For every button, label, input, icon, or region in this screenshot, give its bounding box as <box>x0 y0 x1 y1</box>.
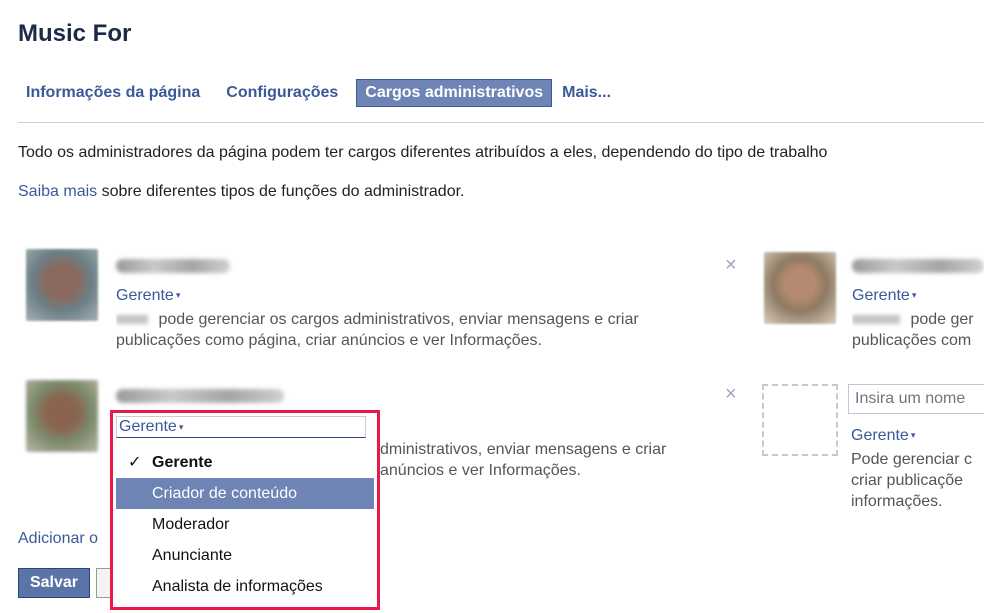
role-desc-text: pode ger <box>906 311 974 328</box>
new-admin-name-input[interactable] <box>848 384 984 414</box>
role-option-label: Anunciante <box>152 547 233 564</box>
new-admin-photo-placeholder <box>762 384 838 456</box>
role-desc-line: dministrativos, enviar mensagens e criar <box>380 441 667 458</box>
learn-more-text: sobre diferentes tipos de funções do adm… <box>97 183 465 200</box>
tab-admin-roles[interactable]: Cargos administrativos <box>356 79 553 107</box>
role-dropdown-trigger[interactable]: Gerente ▾ <box>116 416 366 438</box>
chevron-down-icon: ▾ <box>175 290 181 301</box>
admin-role-description: pode gerenciar os cargos administrativos… <box>116 309 736 351</box>
admin-role-description: dministrativos, enviar mensagens e criar… <box>380 439 736 481</box>
role-option-label: Criador de conteúdo <box>152 485 297 502</box>
admin-role-dropdown[interactable]: Gerente ▾ <box>116 287 180 305</box>
page-title: Music For <box>18 20 132 47</box>
role-desc-text: pode gerenciar os cargos administrativos… <box>154 311 639 328</box>
role-desc-line: pode gerenciar os cargos administrativos… <box>116 309 736 330</box>
role-option-moderador[interactable]: Moderador <box>116 509 374 540</box>
learn-more-line: Saiba mais sobre diferentes tipos de fun… <box>18 183 464 201</box>
remove-admin-close-icon[interactable]: × <box>725 254 737 277</box>
role-option-label: Moderador <box>152 516 230 533</box>
new-admin-role-dropdown[interactable]: Gerente ▾ <box>851 427 915 445</box>
role-desc-line: publicações como página, criar anúncios … <box>116 332 542 349</box>
remove-admin-close-icon[interactable]: × <box>725 383 737 406</box>
learn-more-link[interactable]: Saiba mais <box>18 183 97 200</box>
role-option-label: Analista de informações <box>152 578 323 595</box>
role-desc-line: Pode gerenciar c <box>851 451 972 468</box>
chevron-down-icon: ▾ <box>178 421 184 432</box>
admin-role-dropdown[interactable]: Gerente ▾ <box>852 287 916 305</box>
chevron-down-icon: ▾ <box>911 290 917 301</box>
admin-role-label: Gerente <box>852 287 910 304</box>
chevron-down-icon: ▾ <box>910 430 916 441</box>
admin-name <box>116 259 230 273</box>
role-dropdown-highlight: Gerente ▾ ✓ Gerente Criador de conteúdo M… <box>110 410 380 610</box>
tab-settings[interactable]: Configurações <box>218 80 346 106</box>
admin-name <box>116 389 284 403</box>
role-option-criador-de-conteudo[interactable]: Criador de conteúdo <box>116 478 374 509</box>
tab-more[interactable]: Mais... <box>562 80 619 106</box>
role-option-label: Gerente <box>152 454 213 471</box>
role-desc-line: anúncios e ver Informações. <box>380 462 581 479</box>
role-option-analista-de-informacoes[interactable]: Analista de informações <box>116 571 374 602</box>
role-dropdown-current: Gerente <box>119 418 177 435</box>
role-desc-line: informações. <box>851 493 943 510</box>
admin-name <box>852 259 984 273</box>
add-admin-link[interactable]: Adicionar o <box>18 530 98 548</box>
redacted-name <box>852 315 900 325</box>
tab-bar: Informações da página Configurações Carg… <box>18 79 629 107</box>
new-admin-role-description: Pode gerenciar c criar publicaçõe inform… <box>851 449 984 512</box>
admin-avatar <box>764 252 836 324</box>
role-dropdown-menu: ✓ Gerente Criador de conteúdo Moderador … <box>116 447 374 602</box>
divider <box>18 122 984 123</box>
admin-role-description: pode ger publicações com <box>852 309 984 351</box>
check-icon: ✓ <box>128 454 142 471</box>
role-desc-line: pode ger <box>852 309 984 330</box>
new-admin-role-label: Gerente <box>851 427 909 444</box>
redacted-name <box>116 315 148 325</box>
role-option-gerente[interactable]: ✓ Gerente <box>116 447 374 478</box>
admin-avatar <box>26 249 98 321</box>
role-option-anunciante[interactable]: Anunciante <box>116 540 374 571</box>
role-desc-line: publicações com <box>852 332 972 349</box>
admin-avatar <box>26 380 98 452</box>
tab-page-info[interactable]: Informações da página <box>18 80 208 106</box>
save-button[interactable]: Salvar <box>18 568 90 598</box>
role-desc-line: criar publicaçõe <box>851 472 964 489</box>
admin-role-label: Gerente <box>116 287 174 304</box>
roles-description: Todo os administradores da página podem … <box>18 144 828 161</box>
